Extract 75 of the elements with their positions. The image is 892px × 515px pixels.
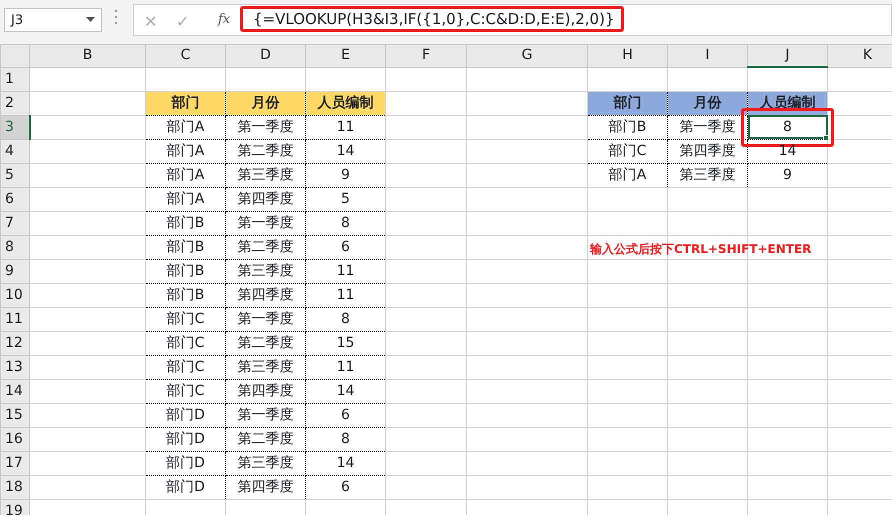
column-heading: 月份 <box>226 91 306 115</box>
table-cell: 第一季度 <box>226 115 306 139</box>
row-header[interactable]: 4 <box>0 139 30 163</box>
column-header[interactable]: I <box>668 44 748 67</box>
row-header[interactable]: 1 <box>0 67 30 91</box>
table-cell: 部门B <box>146 283 226 307</box>
table-cell: 部门C <box>146 379 226 403</box>
row-header[interactable]: 14 <box>0 379 30 403</box>
table-cell: 部门D <box>146 451 226 475</box>
drag-handle-icon[interactable] <box>114 8 118 26</box>
table-cell: 第一季度 <box>226 211 306 235</box>
table-cell: 第一季度 <box>226 403 306 427</box>
table-cell: 第三季度 <box>226 163 306 187</box>
table-cell: 第一季度 <box>668 115 748 139</box>
column-header[interactable]: D <box>226 44 306 67</box>
insert-function-button[interactable]: fx <box>218 10 230 30</box>
column-header[interactable]: G <box>466 44 588 67</box>
column-header[interactable]: H <box>588 44 668 67</box>
table-cell: 第一季度 <box>226 307 306 331</box>
table-cell: 部门D <box>146 403 226 427</box>
row-header[interactable]: 17 <box>0 451 30 475</box>
row-header[interactable]: 19 <box>0 499 30 515</box>
table-cell: 部门C <box>146 355 226 379</box>
column-header[interactable]: J <box>748 44 828 67</box>
row-header[interactable]: 2 <box>0 91 30 115</box>
row-header[interactable]: 5 <box>0 163 30 187</box>
table-cell: 第二季度 <box>226 139 306 163</box>
row-header[interactable]: 8 <box>0 235 30 259</box>
table-cell: 部门C <box>146 307 226 331</box>
table-cell: 部门A <box>146 163 226 187</box>
formula-field[interactable]: {=VLOOKUP(H3&I3,IF({1,0},C:C&D:D,E:E),2,0)} <box>240 6 624 32</box>
table-cell: 第三季度 <box>226 355 306 379</box>
table-cell: 第二季度 <box>226 427 306 451</box>
table-cell: 第二季度 <box>226 235 306 259</box>
row-header[interactable]: 10 <box>0 283 30 307</box>
table-cell: 第四季度 <box>668 139 748 163</box>
name-box[interactable]: J3 <box>4 8 102 32</box>
table-cell: 第三季度 <box>226 451 306 475</box>
column-heading: 月份 <box>668 91 748 115</box>
table-cell: 部门A <box>146 139 226 163</box>
table-cell: 部门D <box>146 427 226 451</box>
column-header[interactable]: K <box>828 44 892 67</box>
row-header[interactable]: 18 <box>0 475 30 499</box>
column-header[interactable]: F <box>386 44 466 67</box>
table-cell: 部门B <box>146 259 226 283</box>
row-header[interactable]: 13 <box>0 355 30 379</box>
table-cell: 部门B <box>588 115 668 139</box>
table-cell: 部门A <box>146 115 226 139</box>
table-cell: 第四季度 <box>226 283 306 307</box>
column-heading: 人员编制 <box>306 91 386 115</box>
table-cell: 部门B <box>146 211 226 235</box>
row-header[interactable]: 3 <box>0 115 30 139</box>
fill-handle[interactable] <box>823 134 829 140</box>
table-cell: 第二季度 <box>226 331 306 355</box>
row-header[interactable]: 6 <box>0 187 30 211</box>
note-text: 输入公式后按下CTRL+SHIFT+ENTER <box>590 240 812 258</box>
table-cell: 第三季度 <box>226 259 306 283</box>
row-header[interactable]: 9 <box>0 259 30 283</box>
row-header[interactable]: 11 <box>0 307 30 331</box>
row-header[interactable]: 7 <box>0 211 30 235</box>
row-header[interactable]: 16 <box>0 427 30 451</box>
row-header[interactable]: 15 <box>0 403 30 427</box>
table-cell: 部门C <box>146 331 226 355</box>
table-cell: 第四季度 <box>226 379 306 403</box>
row-header[interactable]: 12 <box>0 331 30 355</box>
dropdown-icon[interactable] <box>86 17 95 22</box>
table-cell: 第四季度 <box>226 187 306 211</box>
table-cell: 部门C <box>588 139 668 163</box>
column-header[interactable]: B <box>30 44 146 67</box>
column-header[interactable]: C <box>146 44 226 67</box>
column-heading: 部门 <box>146 91 226 115</box>
column-header[interactable]: E <box>306 44 386 67</box>
table-cell: 部门A <box>146 187 226 211</box>
column-heading: 部门 <box>588 91 668 115</box>
table-cell: 部门B <box>146 235 226 259</box>
